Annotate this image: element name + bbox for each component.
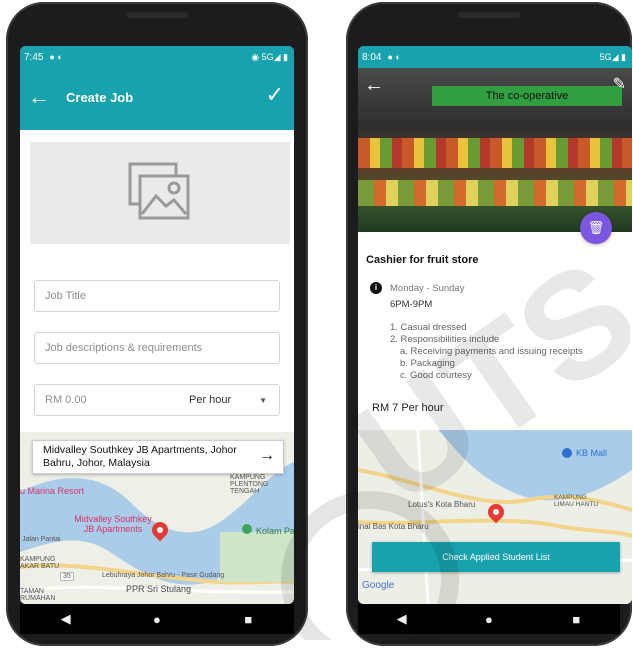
left-phone: 7:45 ● ◐ ◉ 5G◢ ▮ ← Create Job ✓ Job Titl… — [6, 2, 308, 646]
job-pay: RM 7 Per hour — [372, 402, 444, 414]
right-map[interactable]: KB Mall Lotus's Kota Bharu KAMPUNG LIMAU… — [358, 430, 632, 604]
map-label-midvalley: Midvalley Southkey JB Apartments — [74, 514, 152, 534]
notification-icon: ● ◐ — [49, 52, 63, 62]
image-gallery-icon — [128, 162, 190, 220]
right-screen: 8:04 ● ◐ 5G◢ ▮ The co-operative ← ✎ 🗑 Ca… — [358, 46, 632, 604]
map-label-kolam: Kolam Pa — [256, 526, 294, 536]
map-label-bas: inal Bas Kota Bharu — [358, 522, 429, 531]
map-label-plentong: KAMPUNG PLENTONG TENGAH — [230, 474, 269, 495]
requirement-item: a. Receiving payments and issuing receip… — [400, 346, 583, 357]
nav-recents-icon[interactable]: ■ — [561, 612, 591, 627]
address-search-box[interactable]: Midvalley Southkey JB Apartments, Johor … — [32, 440, 284, 474]
google-logo: Google — [362, 580, 395, 591]
signal-icon: ◉ 5G◢ ▮ — [251, 51, 288, 62]
earpiece — [126, 12, 188, 18]
mall-icon — [562, 448, 572, 458]
back-arrow-icon[interactable]: ← — [28, 84, 50, 110]
map-label-kampung: KAMPUNG LIMAU HANTU — [554, 494, 599, 508]
earpiece — [458, 12, 520, 18]
nav-home-icon[interactable]: ● — [142, 612, 172, 627]
right-nav-bar: ◀ ● ■ — [358, 604, 620, 634]
status-time: 7:45 — [24, 51, 44, 63]
requirement-item: 2. Responsibilities include — [390, 334, 500, 345]
park-icon — [242, 524, 252, 534]
requirement-item: c. Good courtesy — [400, 370, 472, 381]
job-description-input[interactable]: Job descriptions & requirements — [34, 332, 280, 364]
image-upload-area[interactable] — [30, 142, 290, 244]
nav-back-icon[interactable]: ◀ — [387, 611, 417, 627]
address-text: Midvalley Southkey JB Apartments, Johor … — [43, 444, 237, 469]
left-nav-bar: ◀ ● ■ — [20, 604, 294, 634]
map-label-jalan: Jalan Pantai — [22, 536, 61, 543]
confirm-check-icon[interactable]: ✓ — [266, 82, 284, 108]
map-label-taman: TAMAN RUMAHAN — [20, 588, 56, 602]
nav-recents-icon[interactable]: ■ — [233, 612, 263, 627]
map-label-lebuhraya: Lebuhraya Johor Bahru - Pasir Gudang — [102, 572, 225, 579]
job-days: Monday - Sunday — [390, 283, 465, 294]
job-title-input[interactable]: Job Title — [34, 280, 280, 312]
signal-icon: 5G◢ ▮ — [599, 51, 626, 62]
rate-input[interactable]: RM 0.00 Per hour ▼ — [34, 384, 280, 416]
go-arrow-icon[interactable]: → — [259, 447, 275, 465]
page-title: Create Job — [66, 90, 134, 105]
right-status-bar: 8:04 ● ◐ 5G◢ ▮ — [358, 46, 632, 68]
back-arrow-icon[interactable]: ← — [364, 74, 384, 97]
left-app-bar: ← Create Job ✓ — [20, 68, 294, 130]
check-applied-button[interactable]: Check Applied Student List — [372, 542, 620, 572]
requirement-item: 1. Casual dressed — [390, 322, 467, 333]
map-label-lotus: Lotus's Kota Bharu — [408, 500, 476, 509]
map-label-ppr: PPR Sri Stulang — [126, 584, 192, 594]
requirements-list: 1. Casual dressed 2. Responsibilities in… — [390, 322, 630, 382]
info-icon: i — [370, 282, 382, 294]
delete-fab-button[interactable]: 🗑 — [580, 212, 612, 244]
store-sign: The co-operative — [432, 86, 622, 106]
status-time: 8:04 — [362, 51, 382, 63]
dropdown-arrow-icon[interactable]: ▼ — [259, 396, 267, 405]
notification-icon: ● ◐ — [387, 52, 401, 62]
trash-icon: 🗑 — [587, 220, 605, 235]
left-status-bar: 7:45 ● ◐ ◉ 5G◢ ▮ — [20, 46, 294, 68]
left-screen: 7:45 ● ◐ ◉ 5G◢ ▮ ← Create Job ✓ Job Titl… — [20, 46, 294, 604]
produce-shelf — [358, 180, 632, 206]
map-label-route: 35 — [60, 572, 74, 581]
map-label-kb-mall: KB Mall — [576, 448, 608, 458]
job-hours: 6PM-9PM — [390, 299, 433, 310]
nav-back-icon[interactable]: ◀ — [51, 611, 81, 627]
store-header-image: The co-operative ← ✎ — [358, 68, 632, 232]
nav-home-icon[interactable]: ● — [474, 612, 504, 627]
produce-display — [358, 138, 632, 168]
map-label-marina: u Marina Resort — [20, 486, 85, 496]
right-phone: 8:04 ● ◐ 5G◢ ▮ The co-operative ← ✎ 🗑 Ca… — [346, 2, 632, 646]
rate-value: RM 0.00 — [45, 394, 87, 406]
rate-unit-select[interactable]: Per hour — [189, 394, 231, 406]
job-title: Cashier for fruit store — [366, 254, 479, 266]
requirement-item: b. Packaging — [400, 358, 455, 369]
map-label-kampung-akar: KAMPUNG AKAR BATU — [20, 556, 60, 570]
edit-pencil-icon[interactable]: ✎ — [613, 74, 626, 94]
